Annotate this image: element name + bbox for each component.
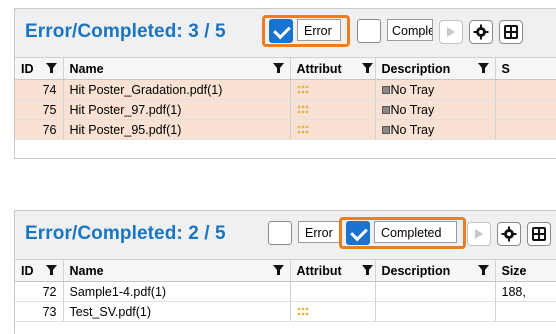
column-description[interactable]: Description [375, 260, 496, 282]
row-size: 188, [495, 281, 556, 302]
funnel-icon[interactable] [272, 63, 284, 73]
attribute-dots-icon [297, 125, 308, 134]
play-button[interactable] [467, 222, 491, 246]
row-attribute [290, 99, 376, 120]
row-size [495, 301, 556, 322]
settings-button[interactable] [497, 222, 521, 246]
column-attribute[interactable]: Attribut [290, 58, 376, 80]
settings-icon [473, 24, 489, 40]
table-row[interactable]: 75 Hit Poster_97.pdf(1) No Tray [15, 99, 556, 120]
row-id: 75 [15, 99, 64, 120]
error-filter[interactable]: Error [268, 220, 340, 246]
row-attribute [290, 119, 376, 140]
completed-filter[interactable]: Completed [339, 217, 466, 249]
row-description: No Tray [375, 119, 496, 140]
column-id[interactable]: ID [15, 260, 64, 282]
settings-icon [501, 226, 517, 242]
attribute-dots-icon [297, 105, 308, 114]
row-description: No Tray [375, 99, 496, 120]
column-name[interactable]: Name [63, 260, 291, 282]
row-name: Hit Poster_Gradation.pdf(1) [63, 79, 291, 100]
row-name: Hit Poster_97.pdf(1) [63, 99, 291, 120]
table-row[interactable]: 76 Hit Poster_95.pdf(1) No Tray [15, 119, 556, 140]
row-name: Hit Poster_95.pdf(1) [63, 119, 291, 140]
row-size [495, 79, 556, 100]
columns-button[interactable] [527, 222, 551, 246]
column-description[interactable]: Description [375, 58, 496, 80]
column-size[interactable]: S [495, 58, 556, 80]
tray-icon [381, 86, 390, 95]
row-description: No Tray [375, 79, 496, 100]
play-icon [475, 229, 483, 239]
row-name: Test_SV.pdf(1) [63, 301, 291, 322]
columns-icon [532, 227, 546, 241]
completed-checkbox[interactable] [346, 221, 370, 245]
tray-icon [381, 106, 390, 115]
funnel-icon[interactable] [45, 63, 57, 73]
attribute-dots-icon [297, 85, 308, 94]
error-checkbox[interactable] [269, 19, 293, 43]
error-filter-label[interactable]: Error [297, 19, 341, 41]
job-table: ID Name Attribut Description S 74 Hit Po… [15, 58, 556, 140]
job-list-toolbar: Error/Completed: 3 / 5 Error Comple [15, 9, 556, 58]
job-table: ID Name Attribut Description Size 72 Sam… [15, 260, 556, 322]
play-button[interactable] [439, 20, 463, 44]
completed-filter-label[interactable]: Comple [387, 19, 433, 41]
play-icon [447, 27, 455, 37]
row-id: 74 [15, 79, 64, 100]
error-filter[interactable]: Error [262, 15, 350, 47]
status-count-title: Error/Completed: 3 / 5 [25, 21, 226, 42]
row-size [495, 99, 556, 120]
job-list-toolbar: Error/Completed: 2 / 5 Error Completed [15, 211, 556, 260]
row-size [495, 119, 556, 140]
funnel-icon[interactable] [45, 265, 57, 275]
table-header: ID Name Attribut Description Size [15, 260, 556, 282]
error-checkbox[interactable] [268, 221, 292, 245]
funnel-icon[interactable] [272, 265, 284, 275]
columns-button[interactable] [499, 20, 523, 44]
column-id[interactable]: ID [15, 58, 64, 80]
row-description [375, 301, 496, 322]
table-row[interactable]: 73 Test_SV.pdf(1) [15, 301, 556, 322]
row-attribute [290, 79, 376, 100]
table-header: ID Name Attribut Description S [15, 58, 556, 80]
table-row[interactable]: 72 Sample1-4.pdf(1) 188, [15, 281, 556, 302]
completed-filter-label[interactable]: Completed [374, 221, 457, 243]
status-count-title: Error/Completed: 2 / 5 [25, 223, 226, 244]
job-list-panel-completed: Error/Completed: 2 / 5 Error Completed I… [14, 210, 556, 334]
attribute-dots-icon [297, 307, 308, 316]
table-row[interactable]: 74 Hit Poster_Gradation.pdf(1) No Tray [15, 79, 556, 100]
completed-filter[interactable]: Comple [357, 18, 437, 44]
error-filter-label[interactable]: Error [298, 221, 340, 243]
settings-button[interactable] [469, 20, 493, 44]
funnel-icon[interactable] [477, 265, 489, 275]
funnel-icon[interactable] [361, 63, 373, 73]
row-attribute [290, 281, 376, 302]
row-name: Sample1-4.pdf(1) [63, 281, 291, 302]
job-list-panel-error: Error/Completed: 3 / 5 Error Comple ID N… [14, 8, 556, 159]
funnel-icon[interactable] [361, 265, 373, 275]
column-attribute[interactable]: Attribut [290, 260, 376, 282]
row-description [375, 281, 496, 302]
column-name[interactable]: Name [63, 58, 291, 80]
row-id: 72 [15, 281, 64, 302]
column-size[interactable]: Size [495, 260, 556, 282]
row-attribute [290, 301, 376, 322]
completed-checkbox[interactable] [357, 19, 381, 43]
funnel-icon[interactable] [477, 63, 489, 73]
columns-icon [504, 25, 518, 39]
row-id: 76 [15, 119, 64, 140]
tray-icon [381, 126, 390, 135]
row-id: 73 [15, 301, 64, 322]
